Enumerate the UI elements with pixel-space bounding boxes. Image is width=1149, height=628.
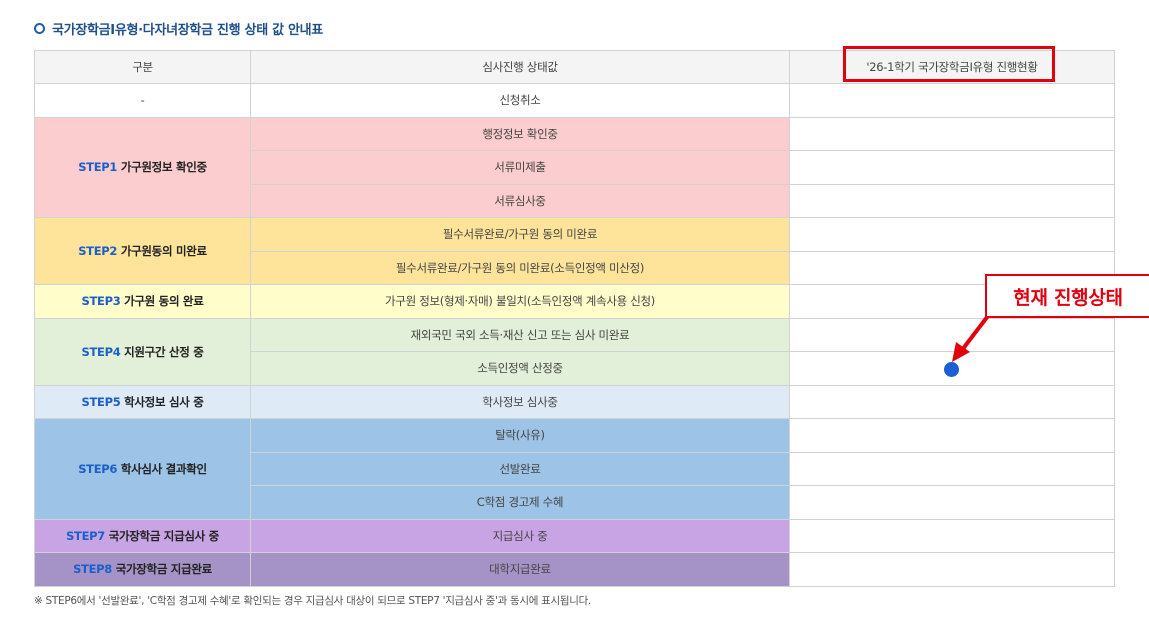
progress-cell (789, 217, 1115, 252)
status-value: 서류심사중 (250, 183, 790, 218)
status-value: C학점 경고제 수혜 (250, 485, 790, 520)
step-number: STEP8 (73, 562, 112, 577)
step-category-2: STEP2 가구원동의 미완료 (34, 217, 251, 285)
step-number: STEP1 (78, 160, 118, 175)
step-label: 학사심사 결과확인 (120, 461, 207, 476)
progress-cell (789, 418, 1115, 453)
status-value: 행정정보 확인중 (250, 116, 790, 151)
step-category-5: STEP5 학사정보 심사 중 (34, 384, 251, 419)
status-value: 재외국민 국외 소득·재산 신고 또는 심사 미완료 (250, 317, 790, 352)
table-row: STEP8 국가장학금 지급완료 대학지급완료 (34, 552, 1115, 587)
progress-cell (789, 518, 1115, 553)
progress-cell (789, 317, 1115, 352)
cancel-progress-cell (789, 83, 1115, 118)
step-number: STEP6 (78, 461, 118, 476)
section-title-text: 국가장학금Ⅰ유형·다자녀장학금 진행 상태 값 안내표 (52, 22, 323, 38)
step-number: STEP5 (81, 394, 121, 409)
section-title: 국가장학금Ⅰ유형·다자녀장학금 진행 상태 값 안내표 (34, 18, 323, 38)
progress-cell (789, 485, 1115, 520)
step-label: 학사정보 심사 중 (124, 394, 204, 409)
progress-cell (789, 384, 1115, 419)
status-table: 구분 심사진행 상태값 '26-1학기 국가장학금Ⅰ유형 진행현황 - 신청취소… (34, 50, 1115, 587)
step-number: STEP3 (81, 294, 121, 309)
step-category-8: STEP8 국가장학금 지급완료 (34, 552, 251, 587)
status-value: 서류미제출 (250, 150, 790, 185)
step-label: 국가장학금 지급심사 중 (108, 528, 220, 543)
footnote: ※ STEP6에서 '선발완료', 'C학점 경고제 수혜'로 확인되는 경우 … (34, 595, 591, 607)
progress-cell (789, 451, 1115, 486)
step-category-6: STEP6 학사심사 결과확인 (34, 418, 251, 520)
highlight-box (843, 46, 1055, 82)
step-number: STEP7 (66, 528, 105, 543)
callout-text: 현재 진행상태 (1013, 286, 1123, 309)
current-status-callout: 현재 진행상태 (985, 274, 1149, 318)
table-row-cancel: - 신청취소 (34, 83, 1115, 118)
header-category: 구분 (34, 50, 251, 84)
progress-cell (789, 183, 1115, 218)
table-row: STEP5 학사정보 심사 중 학사정보 심사중 (34, 384, 1115, 419)
table-row: STEP1 가구원정보 확인중 행정정보 확인중 (34, 116, 1115, 218)
table-row: STEP2 가구원동의 미완료 필수서류완료/가구원 동의 미완료 (34, 217, 1115, 285)
status-value: 대학지급완료 (250, 552, 790, 587)
status-value: 지급심사 중 (250, 518, 790, 553)
step-number: STEP4 (81, 344, 121, 359)
progress-cell (789, 552, 1115, 587)
status-value: 필수서류완료/가구원 동의 미완료 (250, 217, 790, 252)
step-label: 가구원동의 미완료 (120, 244, 207, 258)
table-row: STEP7 국가장학금 지급심사 중 지급심사 중 (34, 518, 1115, 553)
step-category-3: STEP3 가구원 동의 완료 (34, 284, 251, 319)
step-label: 가구원 동의 완료 (124, 294, 204, 309)
status-value: 선발완료 (250, 451, 790, 486)
step-category-1: STEP1 가구원정보 확인중 (34, 116, 251, 218)
progress-cell (789, 116, 1115, 151)
circle-bullet-icon (34, 22, 45, 34)
header-status: 심사진행 상태값 (250, 50, 790, 84)
cancel-category: - (34, 83, 251, 118)
step-category-4: STEP4 지원구간 산정 중 (34, 317, 251, 386)
step-label: 국가장학금 지급완료 (115, 562, 213, 577)
progress-cell (789, 150, 1115, 185)
table-row: STEP6 학사심사 결과확인 탈락(사유) (34, 418, 1115, 520)
table-row: STEP3 가구원 동의 완료 가구원 정보(형제·자매) 불일치(소득인정액 계… (34, 284, 1115, 319)
current-status-dot (944, 362, 959, 377)
status-value: 소득인정액 산정중 (250, 351, 790, 386)
status-value: 학사정보 심사중 (250, 384, 790, 419)
status-value: 필수서류완료/가구원 동의 미완료(소득인정액 미산정) (250, 250, 790, 285)
step-number: STEP2 (78, 244, 118, 258)
step-category-7: STEP7 국가장학금 지급심사 중 (34, 518, 251, 553)
table-row: STEP4 지원구간 산정 중 재외국민 국외 소득·재산 신고 또는 심사 미완… (34, 317, 1115, 386)
step-label: 가구원정보 확인중 (120, 160, 207, 175)
status-value: 탈락(사유) (250, 418, 790, 453)
step-label: 지원구간 산정 중 (124, 344, 204, 359)
cancel-status: 신청취소 (250, 83, 790, 118)
status-value: 가구원 정보(형제·자매) 불일치(소득인정액 계속사용 신청) (250, 284, 790, 319)
